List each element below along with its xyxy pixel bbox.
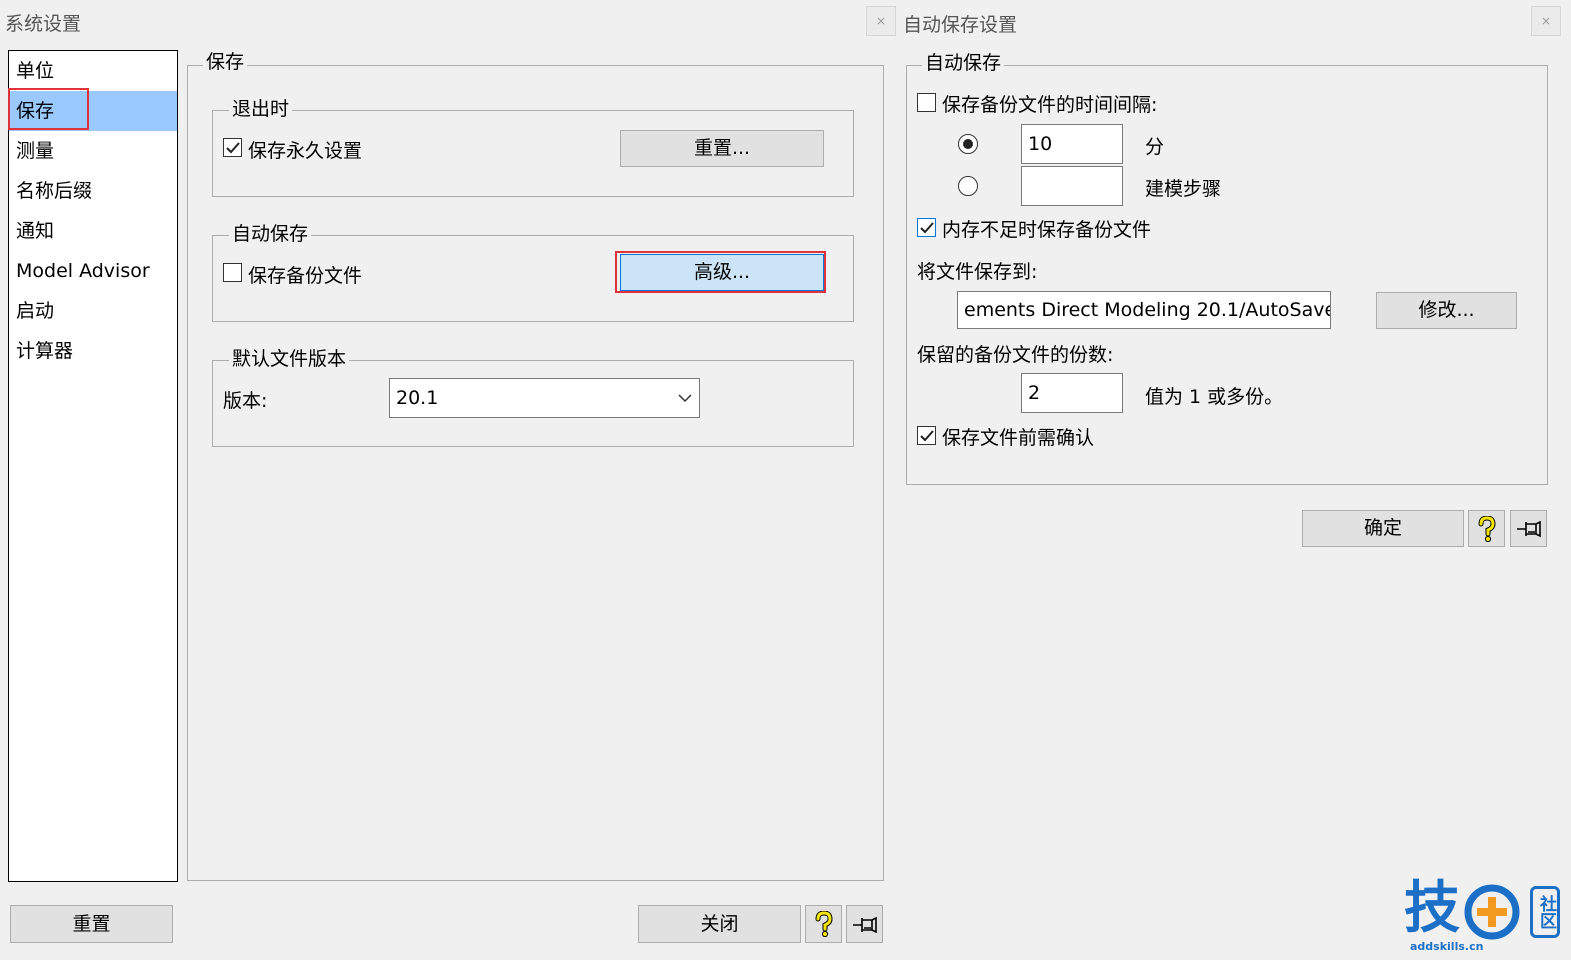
logo-url: addskills.cn — [1410, 940, 1484, 953]
steps-radio[interactable] — [958, 176, 978, 196]
nav-item[interactable]: Model Advisor — [9, 251, 177, 291]
confirm-save-label: 保存文件前需确认 — [942, 427, 1095, 449]
minutes-radio[interactable] — [958, 134, 978, 154]
pin-icon — [1517, 520, 1541, 538]
autosave-dialog-title: 自动保存设置 — [903, 14, 1018, 36]
nav-item[interactable]: 名称后缀 — [9, 171, 177, 211]
check-icon — [920, 222, 934, 234]
nav-item[interactable]: 启动 — [9, 291, 177, 331]
steps-unit: 建模步骤 — [1145, 178, 1222, 200]
save-permanent-label: 保存永久设置 — [248, 140, 363, 162]
annotation-highlight — [8, 88, 89, 130]
watermark-logo: 技 社区 addskills.cn — [1400, 876, 1568, 958]
exit-group-title: 退出时 — [229, 98, 293, 120]
check-icon — [226, 142, 240, 154]
nav-item[interactable]: 计算器 — [9, 331, 177, 371]
help-button[interactable] — [805, 905, 842, 943]
annotation-highlight — [615, 251, 826, 293]
nav-item[interactable]: 单位 — [9, 51, 177, 91]
version-label: 版本: — [223, 390, 268, 412]
close-button[interactable]: × — [866, 6, 896, 36]
close-icon: × — [875, 14, 887, 28]
copies-hint: 值为 1 或多份。 — [1145, 386, 1284, 408]
steps-input[interactable] — [1021, 166, 1123, 206]
help-icon — [815, 911, 833, 937]
copies-label: 保留的备份文件的份数: — [917, 344, 1114, 366]
check-icon — [920, 430, 934, 442]
help-icon — [1478, 516, 1496, 542]
pin-icon — [853, 916, 877, 934]
save-permanent-checkbox[interactable] — [223, 138, 242, 157]
logo-char: 技 — [1404, 876, 1460, 941]
low-memory-label: 内存不足时保存备份文件 — [942, 219, 1152, 241]
save-to-label: 将文件保存到: — [917, 261, 1038, 283]
minutes-input[interactable]: 10 — [1021, 124, 1123, 164]
version-select[interactable]: 20.1 — [389, 378, 700, 418]
reset-settings-button[interactable]: 重置... — [620, 130, 824, 167]
help-button[interactable] — [1468, 510, 1505, 547]
interval-checkbox[interactable] — [917, 93, 936, 112]
pin-button[interactable] — [1510, 510, 1547, 547]
minutes-unit: 分 — [1145, 136, 1165, 158]
panel-title: 保存 — [203, 51, 248, 73]
close-button[interactable]: × — [1531, 6, 1561, 36]
version-group-title: 默认文件版本 — [229, 348, 350, 370]
plus-circle-icon — [1464, 884, 1520, 940]
pin-button[interactable] — [846, 905, 883, 943]
chevron-down-icon — [678, 394, 692, 403]
autosave-settings-title: 自动保存 — [922, 52, 1005, 74]
version-value: 20.1 — [396, 387, 439, 409]
category-list[interactable]: 单位 保存 测量 名称后缀 通知 Model Advisor 启动 计算器 — [8, 50, 178, 882]
copies-input[interactable]: 2 — [1021, 373, 1123, 413]
low-memory-checkbox[interactable] — [917, 218, 936, 237]
logo-badge: 社区 — [1530, 886, 1560, 938]
close-icon: × — [1540, 14, 1552, 28]
nav-item[interactable]: 通知 — [9, 211, 177, 251]
close-dialog-button[interactable]: 关闭 — [638, 905, 801, 943]
save-path-input[interactable]: ements Direct Modeling 20.1/AutoSave — [957, 291, 1331, 329]
confirm-save-checkbox[interactable] — [917, 426, 936, 445]
autosave-group-title: 自动保存 — [229, 223, 312, 245]
ok-button[interactable]: 确定 — [1302, 510, 1464, 547]
nav-item[interactable]: 测量 — [9, 131, 177, 171]
save-backup-checkbox[interactable] — [223, 263, 242, 282]
interval-label: 保存备份文件的时间间隔: — [942, 94, 1158, 116]
reset-button[interactable]: 重置 — [10, 905, 173, 943]
dialog-title: 系统设置 — [5, 13, 82, 35]
save-backup-label: 保存备份文件 — [248, 265, 363, 287]
modify-path-button[interactable]: 修改... — [1376, 292, 1517, 329]
